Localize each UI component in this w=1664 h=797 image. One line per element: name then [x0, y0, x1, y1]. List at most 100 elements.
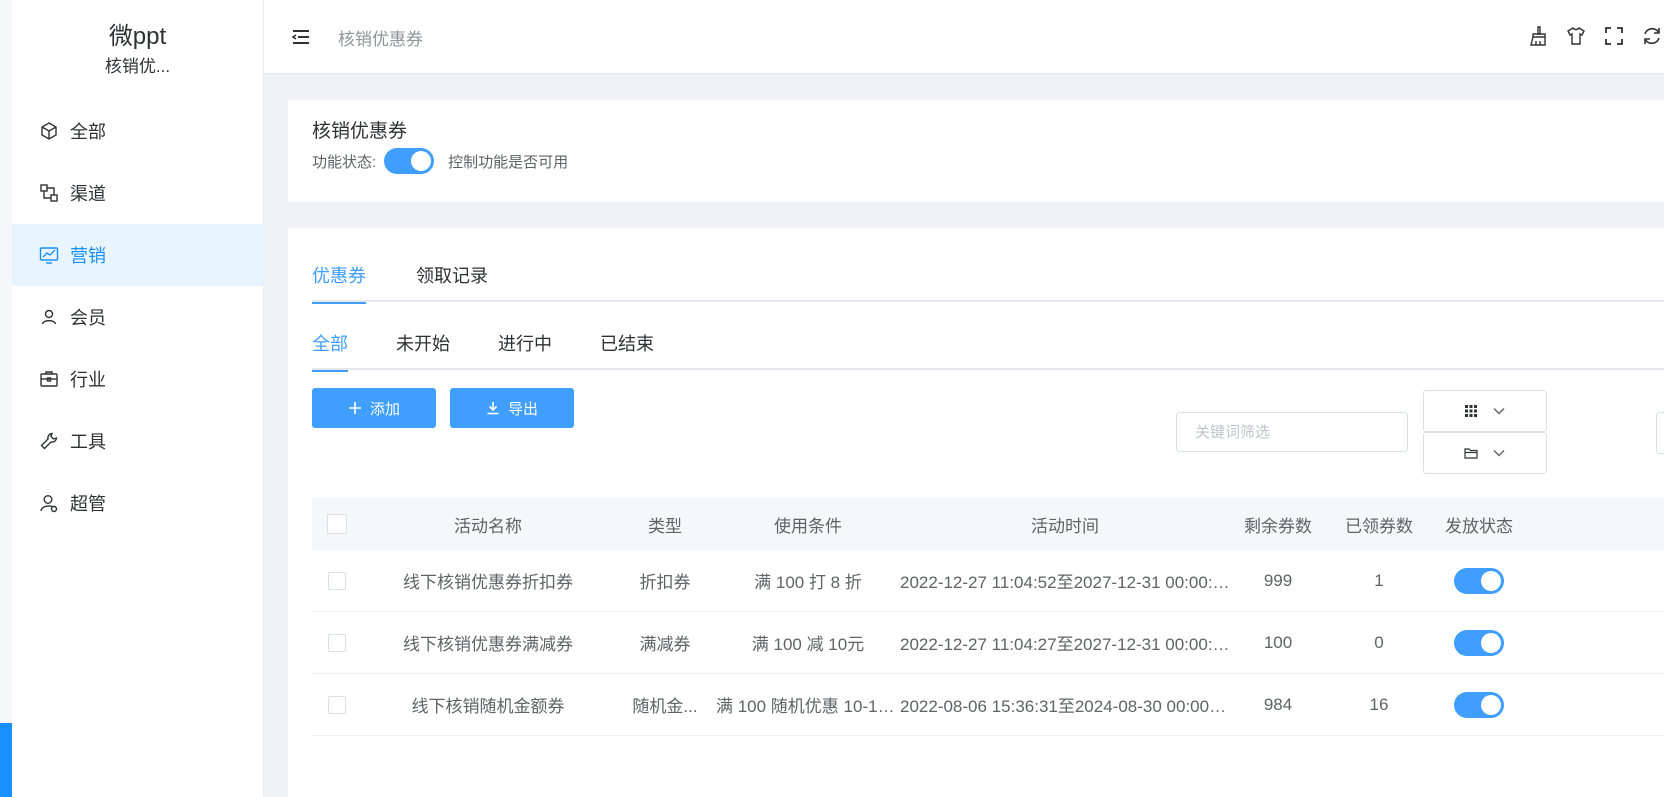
header-condition: 使用条件: [774, 516, 842, 536]
menu-toggle-icon[interactable]: [290, 26, 312, 48]
header-issue-status: 发放状态: [1445, 516, 1513, 536]
header-remaining: 剩余券数: [1244, 516, 1312, 536]
sidebar: 微ppt 核销优... 全部 渠道 营销 会员 行业 工具 超管: [12, 0, 264, 797]
sidebar-item-label: 渠道: [70, 184, 106, 204]
download-icon: [487, 402, 499, 415]
sidebar-item-label: 超管: [70, 494, 106, 514]
brand: 微ppt 核销优...: [12, 0, 263, 76]
sidebar-item-member[interactable]: 会员: [12, 286, 263, 348]
grid-icon: [1465, 405, 1477, 417]
header-activity-time: 活动时间: [1031, 516, 1099, 536]
table-row: 线下核销优惠券折扣券 折扣券 满 100 打 8 折 2022-12-27 11…: [312, 550, 1664, 612]
add-button[interactable]: 添加: [312, 388, 436, 428]
status-hint: 控制功能是否可用: [448, 153, 569, 171]
cell-type: 随机金...: [632, 697, 698, 716]
issue-status-toggle[interactable]: [1454, 629, 1504, 656]
export-button[interactable]: 导出: [450, 388, 574, 428]
cell-condition: 满 100 随机优惠 10-10元: [716, 697, 900, 716]
chevron-down-icon: [1493, 450, 1505, 457]
subtab-ended[interactable]: 已结束: [600, 326, 654, 370]
tab-coupons[interactable]: 优惠券: [312, 258, 366, 304]
row-checkbox[interactable]: [328, 695, 346, 714]
refresh-icon[interactable]: [1640, 24, 1664, 48]
cell-claimed: 1: [1374, 570, 1384, 590]
cropped-control[interactable]: [1656, 412, 1664, 454]
subtab-in-progress[interactable]: 进行中: [498, 326, 552, 370]
cell-activity-name: 线下核销优惠券折扣券: [403, 573, 573, 592]
cell-remaining: 100: [1263, 632, 1293, 652]
sidebar-item-channel[interactable]: 渠道: [12, 162, 263, 224]
top-header: 核销优惠券: [264, 0, 1664, 74]
status-label: 功能状态:: [312, 153, 377, 171]
cell-issue-status: [1432, 567, 1526, 594]
cell-activity-time: 2022-12-27 11:04:52至2027-12-31 00:00:00: [900, 573, 1230, 592]
left-edge-rail: [0, 0, 12, 797]
status-filter-tabs: 全部 未开始 进行中 已结束: [312, 326, 1664, 372]
sidebar-item-all[interactable]: 全部: [12, 100, 263, 162]
sidebar-item-industry[interactable]: 行业: [12, 348, 263, 410]
cell-activity-time: 2022-08-06 15:36:31至2024-08-30 00:00:00: [900, 697, 1230, 716]
shirt-icon[interactable]: [1564, 24, 1588, 48]
cell-condition: 满 100 打 8 折: [754, 573, 862, 592]
cell-issue-status: [1432, 691, 1526, 718]
wrench-icon: [38, 430, 60, 452]
add-button-label: 添加: [369, 400, 400, 418]
sidebar-item-tools[interactable]: 工具: [12, 410, 263, 472]
folder-icon: [1464, 448, 1478, 459]
header-type: 类型: [648, 516, 682, 536]
cube-icon: [38, 120, 60, 142]
header-tools: [1526, 24, 1664, 48]
cell-type: 折扣券: [639, 573, 691, 592]
subtab-not-started[interactable]: 未开始: [396, 326, 450, 370]
table-header: 活动名称 类型 使用条件 活动时间 剩余券数 已领券数 发放状态: [312, 498, 1664, 550]
select-all-checkbox[interactable]: [327, 514, 347, 534]
subtab-all[interactable]: 全部: [312, 326, 348, 372]
table-row: 线下核销随机金额券 随机金... 满 100 随机优惠 10-10元 2022-…: [312, 674, 1664, 736]
sidebar-item-superadmin[interactable]: 超管: [12, 472, 263, 534]
fullscreen-icon[interactable]: [1602, 24, 1626, 48]
sidebar-menu: 全部 渠道 营销 会员 行业 工具 超管: [12, 100, 263, 534]
coupon-table: 活动名称 类型 使用条件 活动时间 剩余券数 已领券数 发放状态 线下核销优惠券…: [312, 498, 1664, 736]
view-mode-select[interactable]: [1423, 390, 1547, 432]
sidebar-item-label: 工具: [70, 432, 106, 452]
cell-type: 满减券: [639, 635, 691, 654]
chevron-down-icon: [1493, 408, 1505, 415]
export-button-label: 导出: [507, 400, 538, 418]
card-title: 核销优惠券: [312, 121, 408, 142]
brand-subtitle: 核销优...: [104, 57, 171, 76]
broom-icon[interactable]: [1526, 24, 1550, 48]
sidebar-item-label: 营销: [70, 246, 106, 266]
sidebar-item-label: 会员: [70, 308, 106, 328]
header-claimed: 已领券数: [1345, 516, 1413, 536]
row-checkbox[interactable]: [328, 633, 346, 652]
main-tabs: 优惠券 领取记录: [312, 258, 1664, 304]
coupon-list-card: 优惠券 领取记录 全部 未开始 进行中 已结束 添加 导出 活动名称 类型 使用…: [288, 228, 1664, 797]
issue-status-toggle[interactable]: [1454, 567, 1504, 594]
row-checkbox[interactable]: [328, 571, 346, 590]
keyword-search-input[interactable]: [1176, 412, 1408, 452]
cell-claimed: 16: [1369, 694, 1389, 714]
folder-select[interactable]: [1423, 432, 1547, 474]
row-select-cell: [312, 571, 362, 590]
feature-status-toggle[interactable]: [384, 148, 435, 174]
feature-status-card: 核销优惠券 功能状态: 控制功能是否可用: [288, 100, 1664, 202]
cell-activity-time: 2022-12-27 11:04:27至2027-12-31 00:00:00: [900, 635, 1230, 654]
cell-condition: 满 100 减 10元: [751, 635, 865, 654]
plus-icon: [348, 402, 361, 414]
channel-icon: [38, 182, 60, 204]
left-edge-accent: [0, 723, 12, 797]
admin-user-icon: [38, 492, 60, 514]
status-row: 功能状态: 控制功能是否可用: [312, 148, 568, 174]
cell-remaining: 999: [1263, 570, 1293, 590]
brand-name: 微ppt: [108, 23, 167, 50]
chart-monitor-icon: [38, 244, 60, 266]
sidebar-item-marketing[interactable]: 营销: [12, 224, 263, 286]
cell-issue-status: [1432, 629, 1526, 656]
sidebar-item-label: 行业: [70, 370, 106, 390]
cell-remaining: 984: [1263, 694, 1293, 714]
cell-claimed: 0: [1374, 632, 1384, 652]
issue-status-toggle[interactable]: [1454, 691, 1504, 718]
user-icon: [38, 306, 60, 328]
tab-claim-records[interactable]: 领取记录: [416, 258, 488, 302]
cell-activity-name: 线下核销优惠券满减券: [403, 635, 573, 654]
